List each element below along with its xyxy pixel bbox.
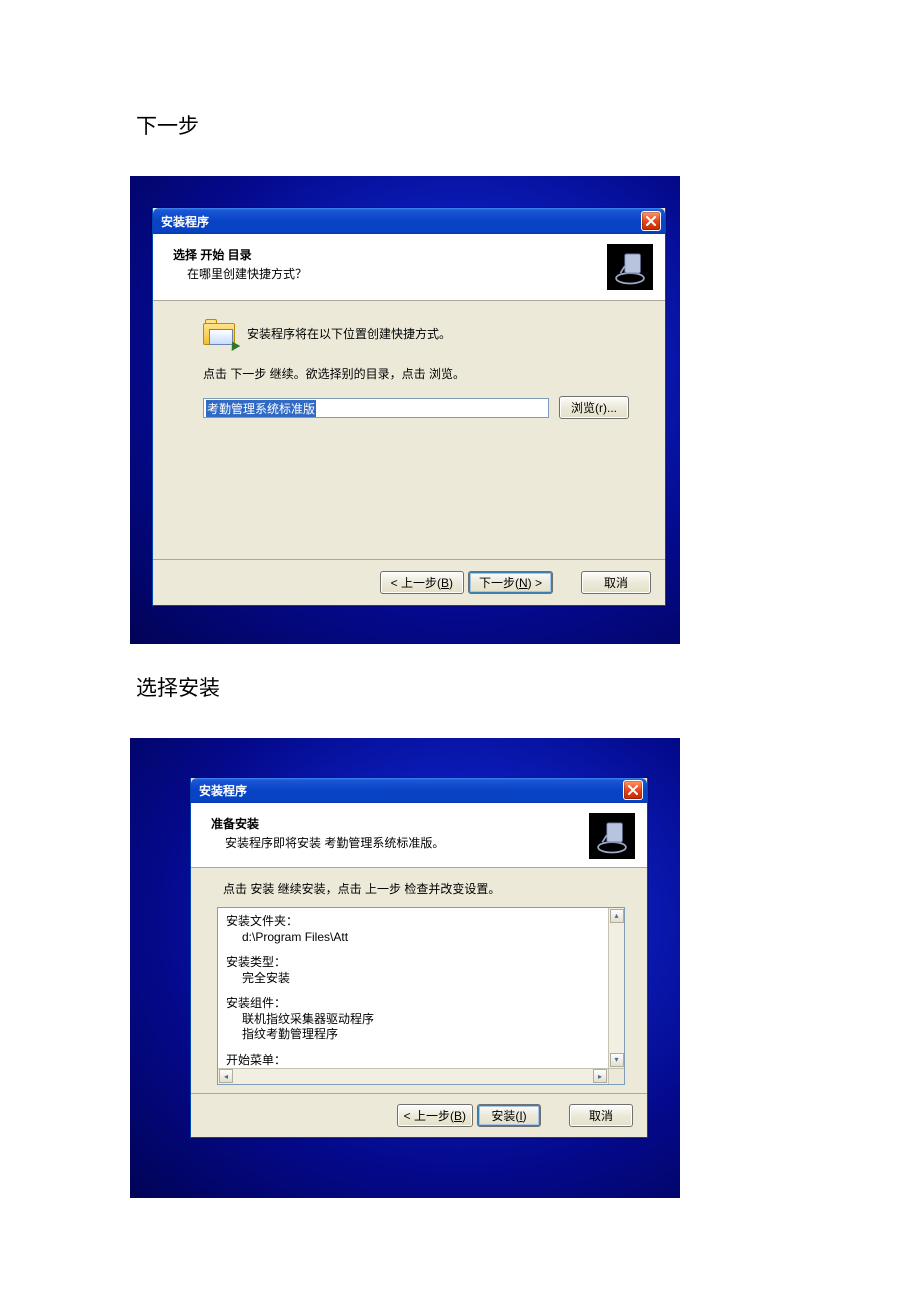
instruction-text: 点击 下一步 继续。欲选择别的目录，点击 浏览。	[203, 365, 629, 382]
input-selected-text: 考勤管理系统标准版	[206, 400, 316, 417]
cancel-button[interactable]: 取消	[581, 571, 651, 594]
close-icon	[628, 785, 638, 795]
desktop-background-2: 安装程序 准备安装 安装程序即将安装 考勤管理系统标准版。	[130, 738, 680, 1198]
start-menu-folder-input[interactable]: 考勤管理系统标准版	[203, 398, 549, 418]
wizard-banner: 准备安装 安装程序即将安装 考勤管理系统标准版。	[191, 803, 647, 868]
installer-disk-icon	[607, 244, 653, 290]
scroll-left-icon[interactable]: ◂	[219, 1069, 233, 1083]
horizontal-scrollbar[interactable]: ◂ ▸	[218, 1068, 608, 1084]
next-button[interactable]: 下一步(N) >	[468, 571, 553, 594]
window-title: 安装程序	[199, 782, 247, 799]
banner-subtitle: 安装程序即将安装 考勤管理系统标准版。	[225, 834, 581, 851]
vertical-scrollbar[interactable]: ▴ ▾	[608, 908, 624, 1068]
icon-row-text: 安装程序将在以下位置创建快捷方式。	[247, 325, 451, 342]
close-icon	[646, 216, 656, 226]
window-title: 安装程序	[161, 213, 209, 230]
installer-window-2: 安装程序 准备安装 安装程序即将安装 考勤管理系统标准版。	[190, 778, 648, 1138]
scroll-corner	[608, 1068, 624, 1084]
desktop-background-1: 安装程序 选择 开始 目录 在哪里创建快捷方式？	[130, 176, 680, 644]
scroll-up-icon[interactable]: ▴	[610, 909, 624, 923]
summary-value: 指纹考勤管理程序	[242, 1027, 604, 1043]
back-button[interactable]: < 上一步(B)	[397, 1104, 473, 1127]
back-button[interactable]: < 上一步(B)	[380, 571, 464, 594]
summary-label: 安装组件：	[226, 996, 604, 1012]
wizard-banner: 选择 开始 目录 在哪里创建快捷方式？	[153, 234, 665, 301]
installer-disk-icon	[589, 813, 635, 859]
scroll-right-icon[interactable]: ▸	[593, 1069, 607, 1083]
scroll-down-icon[interactable]: ▾	[610, 1053, 624, 1067]
banner-subtitle: 在哪里创建快捷方式？	[187, 265, 599, 282]
cancel-button[interactable]: 取消	[569, 1104, 633, 1127]
summary-value: 联机指纹采集器驱动程序	[242, 1012, 604, 1028]
titlebar[interactable]: 安装程序	[191, 778, 647, 803]
summary-label: 安装文件夹：	[226, 914, 604, 930]
summary-label: 安装类型：	[226, 955, 604, 971]
install-button[interactable]: 安装(I)	[477, 1104, 541, 1127]
summary-value: 完全安装	[242, 971, 604, 987]
wizard-footer: < 上一步(B) 安装(I) 取消	[191, 1093, 647, 1137]
close-button[interactable]	[623, 780, 643, 800]
summary-value: d:\Program Files\Att	[242, 930, 604, 946]
banner-title: 选择 开始 目录	[173, 246, 599, 263]
close-button[interactable]	[641, 211, 661, 231]
browse-button[interactable]: 浏览(r)...	[559, 396, 629, 419]
folder-shortcut-icon	[203, 319, 235, 347]
summary-label: 开始菜单：	[226, 1053, 604, 1069]
caption-choose-install: 选择安装	[136, 672, 790, 702]
install-summary-textarea[interactable]: 安装文件夹： d:\Program Files\Att 安装类型： 完全安装 安…	[217, 907, 625, 1085]
caption-next-step: 下一步	[136, 110, 790, 140]
instruction-text: 点击 安装 继续安装，点击 上一步 检查并改变设置。	[223, 880, 625, 897]
titlebar[interactable]: 安装程序	[153, 208, 665, 234]
banner-title: 准备安装	[211, 815, 581, 832]
wizard-footer: < 上一步(B) 下一步(N) > 取消	[153, 559, 665, 605]
installer-window-1: 安装程序 选择 开始 目录 在哪里创建快捷方式？	[152, 208, 666, 606]
